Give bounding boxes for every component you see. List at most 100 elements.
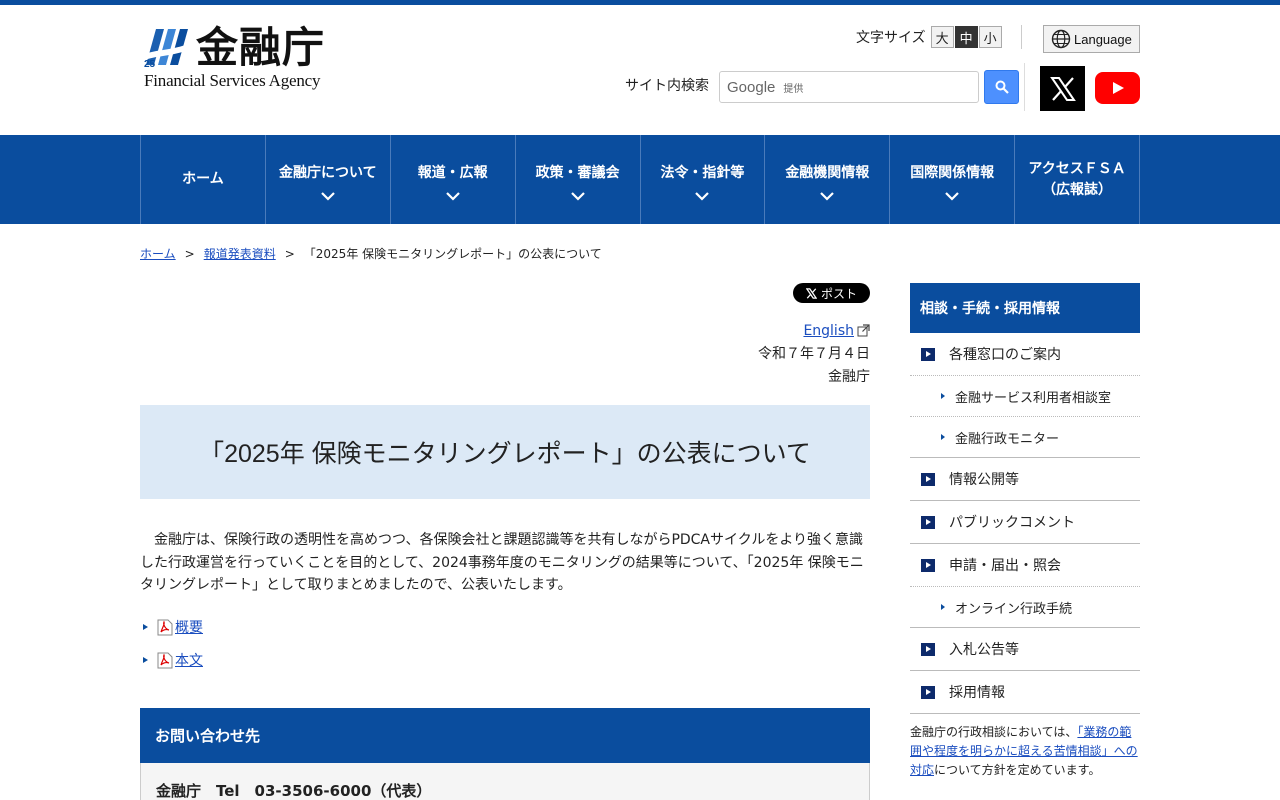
nav-item-institutions[interactable]: 金融機関情報 bbox=[765, 135, 891, 224]
logo-english: Financial Services Agency bbox=[144, 71, 321, 90]
document-link-row: 本文 bbox=[140, 649, 203, 671]
release-date: 令和７年７月４日 bbox=[758, 346, 870, 362]
sidebar-item-label: パブリックコメント bbox=[949, 515, 1075, 531]
nav-label: アクセスＦＳＡ bbox=[1028, 160, 1126, 177]
pdf-icon bbox=[157, 652, 173, 668]
sidebar-item-online-procedures[interactable]: オンライン行政手続 bbox=[910, 587, 1140, 628]
chevron-down-icon bbox=[945, 191, 959, 201]
chevron-down-icon bbox=[321, 191, 335, 201]
sidebar-item-consultation-office[interactable]: 金融サービス利用者相談室 bbox=[910, 376, 1140, 417]
sidebar-item-disclosure[interactable]: 情報公開等 bbox=[910, 458, 1140, 501]
sidebar-item-bids[interactable]: 入札公告等 bbox=[910, 628, 1140, 671]
nav-item-home[interactable]: ホーム bbox=[141, 135, 266, 224]
search-button[interactable] bbox=[984, 70, 1019, 104]
global-nav: ホーム 金融庁について 報道・広報 政策・審議会 法令・指針等 金融機関情報 国… bbox=[0, 135, 1280, 224]
pdf-icon bbox=[157, 619, 173, 635]
breadcrumb-press-link[interactable]: 報道発表資料 bbox=[204, 245, 276, 262]
google-brand: Google bbox=[727, 78, 776, 96]
nav-item-laws[interactable]: 法令・指針等 bbox=[641, 135, 766, 224]
bullet-arrow-icon bbox=[941, 434, 945, 440]
sidebar-item-public-comment[interactable]: パブリックコメント bbox=[910, 501, 1140, 544]
release-org: 金融庁 bbox=[828, 369, 870, 385]
sidebar-item-recruitment[interactable]: 採用情報 bbox=[910, 671, 1140, 714]
content-area: ホーム > 報道発表資料 > 「2025年 保険モニタリングレポート」の公表につ… bbox=[140, 224, 1140, 800]
nav-item-policy[interactable]: 政策・審議会 bbox=[516, 135, 641, 224]
logo-kanji: 金融庁 bbox=[196, 23, 326, 72]
x-post-button[interactable]: ポスト bbox=[793, 283, 870, 303]
sidebar-item-label: 各種窓口のご案内 bbox=[949, 347, 1061, 363]
page-title-box: 「2025年 保険モニタリングレポート」の公表について bbox=[140, 405, 870, 499]
sidebar-item-applications[interactable]: 申請・届出・照会 bbox=[910, 544, 1140, 587]
arrow-square-icon bbox=[921, 685, 935, 699]
search-icon bbox=[995, 80, 1009, 94]
breadcrumb-separator: > bbox=[184, 246, 195, 261]
chevron-down-icon bbox=[820, 191, 835, 201]
site-search-label: サイト内検索 bbox=[625, 78, 709, 94]
youtube-link[interactable] bbox=[1095, 72, 1140, 104]
nav-item-about[interactable]: 金融庁について bbox=[266, 135, 391, 224]
language-label: Language bbox=[1074, 31, 1132, 47]
page-title: 「2025年 保険モニタリングレポート」の公表について bbox=[199, 440, 811, 468]
x-post-label: ポスト bbox=[820, 286, 857, 301]
contact-heading: お問い合わせ先 bbox=[140, 708, 870, 763]
site-search-input[interactable]: Google 提供 bbox=[719, 71, 979, 103]
arrow-square-icon bbox=[921, 347, 935, 361]
nav-label: 政策・審議会 bbox=[535, 164, 620, 181]
bullet-arrow-icon bbox=[143, 657, 148, 663]
sidebar-item-label: 金融サービス利用者相談室 bbox=[955, 390, 1112, 406]
arrow-square-icon bbox=[921, 515, 935, 529]
arrow-square-icon bbox=[921, 642, 935, 656]
sidebar-item-contact-windows[interactable]: 各種窓口のご案内 bbox=[910, 333, 1140, 376]
youtube-play-icon bbox=[1112, 82, 1124, 94]
breadcrumb-home-link[interactable]: ホーム bbox=[140, 245, 176, 262]
language-button[interactable]: Language bbox=[1043, 25, 1140, 53]
sidebar-note: 金融庁の行政相談においては、「業務の範囲や程度を明らかに超える苦情相談」への対応… bbox=[910, 723, 1140, 780]
nav-label-sub: （広報誌） bbox=[1042, 181, 1113, 198]
font-size-small-button[interactable]: 小 bbox=[978, 26, 1002, 48]
font-size-large-button[interactable]: 大 bbox=[930, 26, 954, 48]
bullet-arrow-icon bbox=[143, 624, 148, 630]
globe-icon bbox=[1051, 29, 1071, 49]
sidebar-item-label: オンライン行政手続 bbox=[955, 601, 1073, 617]
sidebar-item-label: 採用情報 bbox=[949, 685, 1005, 701]
fsa-logo[interactable]: 25 金融庁 Financial Services Agency bbox=[142, 24, 342, 94]
x-social-link[interactable] bbox=[1040, 66, 1085, 111]
nav-label: 報道・広報 bbox=[417, 164, 488, 181]
document-link-row: 概要 bbox=[140, 616, 203, 638]
english-link[interactable]: English bbox=[803, 323, 854, 339]
bullet-arrow-icon bbox=[941, 393, 945, 399]
divider bbox=[1021, 25, 1022, 49]
chevron-down-icon bbox=[445, 191, 460, 201]
sidebar: 相談・手続・採用情報 各種窓口のご案内 金融サービス利用者相談室 金融行政モニタ… bbox=[910, 283, 1140, 780]
font-size-medium-button[interactable]: 中 bbox=[954, 26, 978, 48]
body-paragraph: 金融庁は、保険行政の透明性を高めつつ、各保険会社と課題認識等を共有しながらPDC… bbox=[140, 532, 864, 593]
external-link-icon bbox=[857, 324, 870, 337]
sidebar-item-admin-monitor[interactable]: 金融行政モニター bbox=[910, 417, 1140, 458]
summary-pdf-link[interactable]: 概要 bbox=[175, 617, 203, 637]
nav-item-press[interactable]: 報道・広報 bbox=[391, 135, 516, 224]
breadcrumb-current: 「2025年 保険モニタリングレポート」の公表について bbox=[303, 247, 602, 261]
font-size-label: 文字サイズ bbox=[856, 30, 926, 46]
global-nav-list: ホーム 金融庁について 報道・広報 政策・審議会 法令・指針等 金融機関情報 国… bbox=[140, 135, 1140, 224]
sidebar-heading: 相談・手続・採用情報 bbox=[910, 283, 1140, 333]
nav-label: 国際関係情報 bbox=[910, 164, 995, 181]
nav-label: 金融庁について bbox=[279, 164, 377, 181]
nav-item-international[interactable]: 国際関係情報 bbox=[890, 135, 1016, 224]
bullet-arrow-icon bbox=[941, 604, 945, 610]
arrow-square-icon bbox=[921, 558, 935, 572]
x-logo-icon bbox=[805, 287, 817, 299]
search-provided-label: 提供 bbox=[783, 83, 804, 95]
full-text-pdf-link[interactable]: 本文 bbox=[175, 650, 203, 670]
nav-label: 金融機関情報 bbox=[785, 164, 870, 181]
site-header: 25 金融庁 Financial Services Agency 文字サイズ 大… bbox=[140, 5, 1140, 135]
sidebar-item-label: 申請・届出・照会 bbox=[949, 558, 1061, 574]
nav-item-access-fsa[interactable]: アクセスＦＳＡ （広報誌） bbox=[1015, 135, 1140, 224]
contact-info: 金融庁 Tel 03-3506-6000（代表） bbox=[140, 763, 870, 800]
fsa-emblem-icon: 25 bbox=[142, 25, 190, 69]
arrow-square-icon bbox=[921, 472, 935, 486]
sidebar-note-text: について方針を定めています。 bbox=[934, 763, 1101, 777]
font-size-selector: 文字サイズ 大 中 小 bbox=[856, 26, 1003, 48]
breadcrumb: ホーム > 報道発表資料 > 「2025年 保険モニタリングレポート」の公表につ… bbox=[140, 245, 602, 262]
press-meta: English 令和７年７月４日 金融庁 bbox=[758, 320, 870, 389]
x-logo-icon bbox=[1049, 76, 1076, 101]
